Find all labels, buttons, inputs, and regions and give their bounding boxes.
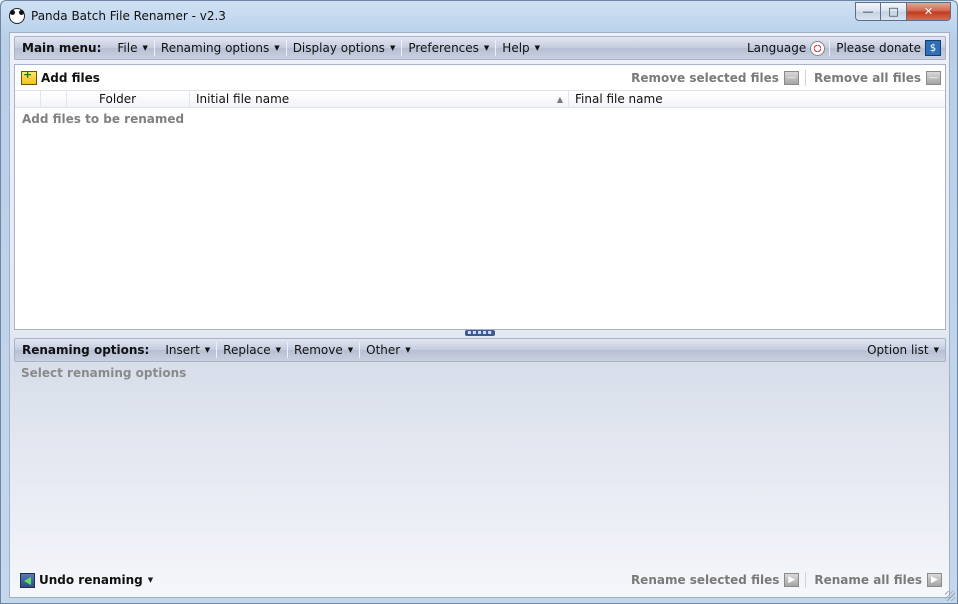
remove-selected-files-label: Remove selected files: [631, 70, 779, 85]
menu-display-options-label: Display options: [292, 41, 385, 55]
close-button[interactable]: ✕: [907, 2, 951, 21]
chevron-down-icon: ▼: [483, 44, 490, 52]
menu-display-options[interactable]: Display options ▼: [287, 37, 402, 59]
column-header-folder[interactable]: Folder: [67, 91, 190, 107]
chevron-down-icon: ▼: [389, 44, 396, 52]
minimize-button[interactable]: —: [855, 2, 881, 21]
remove-all-files-label: Remove all files: [813, 70, 921, 85]
menu-preferences-label: Preferences: [408, 41, 479, 55]
options-empty-message: Select renaming options: [21, 366, 187, 380]
donate-icon: $: [925, 40, 941, 56]
menu-preferences[interactable]: Preferences ▼: [402, 37, 495, 59]
donate-label: Please donate: [836, 41, 921, 55]
bottom-action-bar: Undo renaming ▼ Rename selected files ▶ …: [14, 568, 946, 592]
menu-other-label: Other: [366, 343, 401, 357]
chevron-down-icon: ▼: [275, 346, 282, 354]
toolbar-separator: [805, 572, 807, 588]
donate-button[interactable]: Please donate $: [830, 37, 945, 59]
menu-replace[interactable]: Replace ▼: [217, 339, 287, 361]
rename-selected-files-button[interactable]: Rename selected files ▶: [631, 573, 805, 587]
column-header-initial-label: Initial file name: [196, 92, 290, 106]
toolbar-separator: [804, 69, 806, 86]
remove-all-files-button[interactable]: Remove all files —: [813, 70, 945, 85]
menu-remove-label: Remove: [294, 343, 343, 357]
files-toolbar: Add files Remove selected files — Remove…: [15, 65, 945, 91]
play-icon: ▶: [784, 573, 800, 587]
chevron-down-icon: ▼: [933, 346, 939, 354]
menu-insert[interactable]: Insert ▼: [159, 339, 216, 361]
rename-all-files-button[interactable]: Rename all files ▶: [814, 573, 946, 587]
column-header-blank[interactable]: [41, 91, 67, 107]
menu-help[interactable]: Help ▼: [496, 37, 546, 59]
language-button[interactable]: Language: [741, 37, 829, 59]
play-icon: ▶: [927, 573, 942, 587]
file-grid-header: Folder Initial file name ▲ Final file na…: [15, 91, 945, 108]
menu-other[interactable]: Other ▼: [360, 339, 416, 361]
minus-icon: —: [783, 70, 799, 85]
menu-file[interactable]: File ▼: [111, 37, 153, 59]
main-menu-bar: Main menu: File ▼ Renaming options ▼ Displ…: [14, 36, 946, 60]
resize-grip[interactable]: [945, 591, 955, 601]
chevron-down-icon: ▼: [534, 44, 541, 52]
undo-arrow-icon: [20, 572, 35, 588]
minus-icon: —: [926, 70, 941, 85]
menu-replace-label: Replace: [223, 343, 271, 357]
menu-help-label: Help: [502, 41, 530, 55]
main-menu-right: Language Please donate $: [741, 37, 945, 59]
main-menu-label: Main menu:: [22, 41, 102, 55]
undo-renaming-label: Undo renaming: [39, 573, 143, 587]
rename-selected-files-label: Rename selected files: [630, 573, 780, 587]
window-title: Panda Batch File Renamer - v2.3: [31, 9, 226, 23]
chevron-down-icon: ▼: [274, 44, 280, 52]
undo-renaming-button[interactable]: Undo renaming ▼: [14, 572, 154, 588]
chevron-down-icon: ▼: [142, 44, 148, 52]
column-header-folder-label: Folder: [99, 92, 137, 106]
rename-all-files-label: Rename all files: [814, 573, 922, 587]
column-header-final-file-name[interactable]: Final file name: [569, 91, 945, 107]
files-empty-message: Add files to be renamed: [22, 112, 185, 126]
column-header-initial-file-name[interactable]: Initial file name ▲: [190, 91, 569, 107]
menu-renaming-options[interactable]: Renaming options ▼: [155, 37, 286, 59]
maximize-button[interactable]: □: [881, 2, 907, 21]
files-toolbar-right: Remove selected files — Remove all files…: [631, 69, 945, 86]
uk-flag-globe-icon: [810, 40, 826, 56]
add-folder-icon: [21, 68, 37, 85]
sort-ascending-icon: ▲: [556, 94, 563, 104]
menu-remove[interactable]: Remove ▼: [288, 339, 359, 361]
option-list-button[interactable]: Option list ▼: [861, 339, 945, 361]
column-header-blank[interactable]: [15, 91, 41, 107]
menu-insert-label: Insert: [165, 343, 200, 357]
chevron-down-icon: ▼: [347, 346, 354, 354]
option-list-label: Option list: [867, 343, 929, 357]
renaming-options-bar: Renaming options: Insert ▼ Replace ▼ Remov…: [14, 338, 946, 362]
add-files-label: Add files: [41, 70, 100, 85]
files-panel: Add files Remove selected files — Remove…: [14, 64, 946, 330]
panda-app-icon: [9, 8, 25, 24]
title-bar[interactable]: Panda Batch File Renamer - v2.3 — □ ✕: [1, 1, 957, 31]
language-label: Language: [747, 41, 807, 55]
app-window: Panda Batch File Renamer - v2.3 — □ ✕ Ma…: [0, 0, 958, 604]
remove-selected-files-button[interactable]: Remove selected files —: [631, 70, 805, 85]
chevron-down-icon: ▼: [147, 576, 154, 584]
client-area: Main menu: File ▼ Renaming options ▼ Displ…: [9, 32, 950, 598]
chevron-down-icon: ▼: [405, 346, 411, 354]
window-controls: — □ ✕: [855, 2, 951, 21]
renaming-options-right: Option list ▼: [861, 339, 945, 361]
bottom-bar-right: Rename selected files ▶ Rename all files…: [631, 572, 946, 588]
chevron-down-icon: ▼: [204, 346, 211, 354]
menu-file-label: File: [117, 41, 138, 55]
renaming-options-label: Renaming options:: [22, 343, 150, 357]
add-files-button[interactable]: Add files: [15, 68, 100, 85]
panel-splitter-handle[interactable]: ▪▪▪▪▪: [465, 330, 495, 336]
column-header-final-label: Final file name: [575, 92, 663, 106]
renaming-options-area: Select renaming options: [14, 361, 946, 566]
menu-renaming-options-label: Renaming options: [160, 41, 270, 55]
